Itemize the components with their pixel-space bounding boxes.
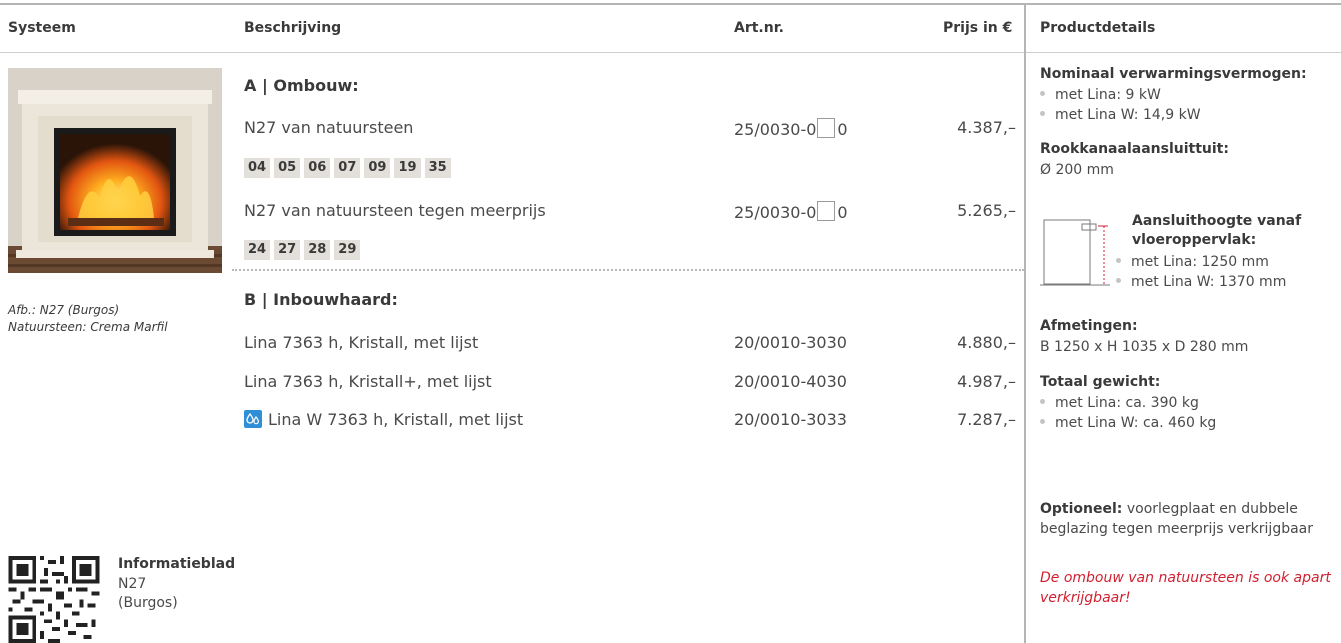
color-code: 28: [304, 240, 331, 260]
row-description: Lina 7363 h, Kristall, met lijst: [244, 333, 479, 352]
row-description: Lina 7363 h, Kristall+, met lijst: [244, 372, 492, 391]
power-item: met Lina W: 14,9 kW: [1040, 107, 1201, 123]
power-item: met Lina: 9 kW: [1040, 87, 1161, 103]
color-code-list: 24 27 28 29: [244, 240, 361, 260]
row-artnr: 25/0030-0 0: [734, 201, 848, 222]
table-row: N27 van natuursteen 25/0030-0 0 4.387,–: [244, 118, 1024, 142]
color-code-list: 04 05 06 07 09 19 35: [244, 158, 451, 178]
section-a-title: A | Ombouw:: [244, 76, 359, 95]
color-code-box: [817, 118, 836, 138]
row-artnr: 20/0010-4030: [734, 372, 847, 391]
color-code-box: [817, 201, 836, 221]
info-sheet-name: (Burgos): [118, 595, 178, 611]
product-photo: [8, 68, 222, 273]
dimensions-title: Afmetingen:: [1040, 318, 1138, 334]
weight-item: met Lina: ca. 390 kg: [1040, 395, 1199, 411]
photo-caption: Afb.: N27 (Burgos) Natuursteen: Crema Ma…: [8, 302, 168, 336]
row-description: N27 van natuursteen tegen meerprijs: [244, 201, 546, 220]
color-code: 19: [394, 158, 421, 178]
col-header-artnr: Art.nr.: [734, 20, 784, 36]
row-artnr: 20/0010-3030: [734, 333, 847, 352]
weight-item: met Lina W: ca. 460 kg: [1040, 415, 1216, 431]
dimensions-value: B 1250 x H 1035 x D 280 mm: [1040, 339, 1249, 355]
row-price: 4.387,–: [957, 118, 1016, 137]
weight-title: Totaal gewicht:: [1040, 374, 1161, 390]
flue-value: Ø 200 mm: [1040, 162, 1114, 178]
col-header-prijs: Prijs in €: [943, 20, 1013, 36]
caption-line-1: Afb.: N27 (Burgos): [8, 303, 120, 317]
separate-availability-note: De ombouw van natuursteen is ook apart v…: [1040, 570, 1331, 606]
flue-title: Rookkanaalaansluittuit:: [1040, 141, 1229, 157]
table-row: Lina 7363 h, Kristall, met lijst 20/0010…: [244, 333, 1024, 357]
connection-height-diagram-icon: [1040, 219, 1110, 286]
row-price: 5.265,–: [957, 201, 1016, 220]
header-top-rule: [0, 3, 1341, 5]
row-price: 7.287,–: [957, 410, 1016, 429]
height-title-line1: Aansluithoogte vanaf: [1132, 213, 1302, 229]
row-description: N27 van natuursteen: [244, 118, 414, 137]
row-description: Lina W 7363 h, Kristall, met lijst: [244, 410, 523, 429]
header-bottom-rule: [0, 52, 1341, 53]
color-code: 04: [244, 158, 271, 178]
color-code: 27: [274, 240, 301, 260]
row-artnr: 20/0010-3033: [734, 410, 847, 429]
row-artnr: 25/0030-0 0: [734, 118, 848, 139]
table-row: Lina 7363 h, Kristall+, met lijst 20/001…: [244, 372, 1024, 396]
info-sheet-title: Informatieblad: [118, 556, 236, 572]
color-code: 24: [244, 240, 271, 260]
height-item: met Lina W: 1370 mm: [1116, 274, 1286, 290]
section-b-title: B | Inbouwhaard:: [244, 290, 398, 309]
color-code: 06: [304, 158, 331, 178]
table-row: N27 van natuursteen tegen meerprijs 25/0…: [244, 201, 1024, 225]
height-item: met Lina: 1250 mm: [1116, 254, 1269, 270]
power-title: Nominaal verwarmingsvermogen:: [1040, 66, 1307, 82]
color-code: 05: [274, 158, 301, 178]
color-code: 09: [364, 158, 391, 178]
optional-note: Optioneel: voorlegplaat en dubbele begla…: [1040, 501, 1313, 537]
column-divider: [1024, 3, 1026, 643]
color-code: 35: [424, 158, 451, 178]
col-header-systeem: Systeem: [8, 20, 76, 36]
col-header-productdetails: Productdetails: [1040, 20, 1156, 36]
row-price: 4.880,–: [957, 333, 1016, 352]
section-divider: [232, 269, 1024, 271]
qr-code-icon[interactable]: [8, 556, 100, 643]
height-title-line2: vloeroppervlak:: [1132, 232, 1257, 248]
color-code: 29: [334, 240, 361, 260]
table-row: Lina W 7363 h, Kristall, met lijst 20/00…: [244, 410, 1024, 434]
info-sheet-model: N27: [118, 576, 147, 592]
water-drops-icon: [244, 410, 262, 428]
row-price: 4.987,–: [957, 372, 1016, 391]
caption-line-2: Natuursteen: Crema Marfil: [8, 320, 168, 334]
col-header-beschrijving: Beschrijving: [244, 20, 342, 36]
color-code: 07: [334, 158, 361, 178]
